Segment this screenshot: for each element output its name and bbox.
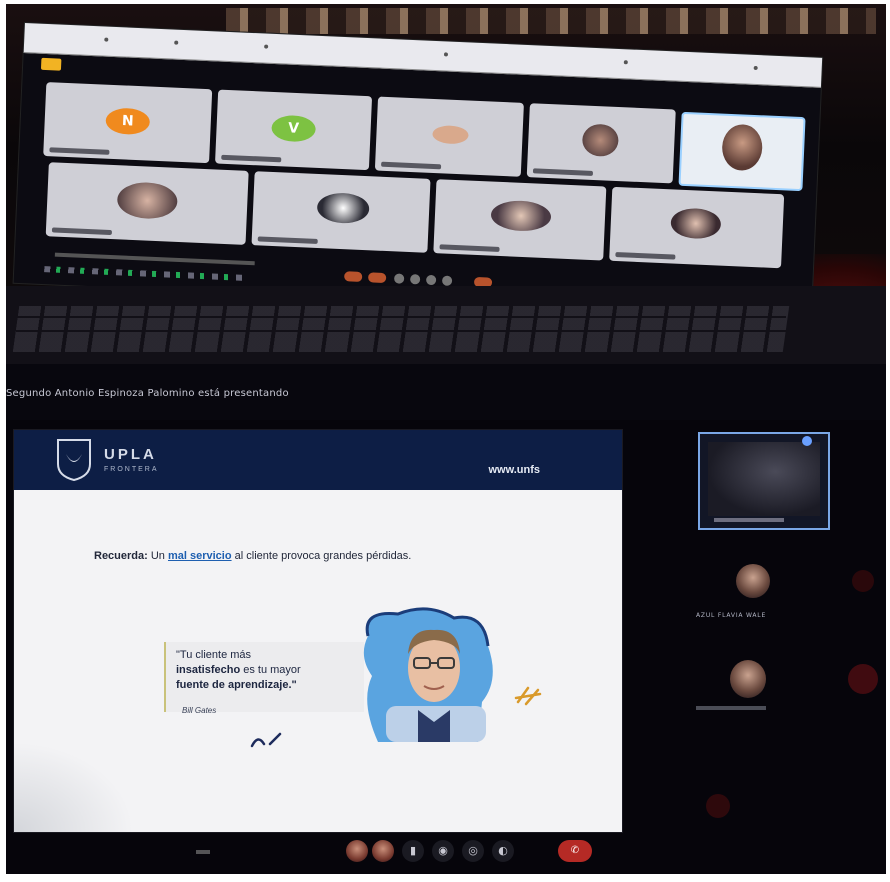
decorative-squiggle-icon <box>250 732 282 748</box>
participant-name-placeholder <box>696 706 766 710</box>
meeting-timer <box>196 850 210 854</box>
reminder-suffix: al cliente provoca grandes pérdidas. <box>234 550 412 562</box>
participant-avatar <box>490 199 552 233</box>
laptop-keyboard <box>6 286 886 364</box>
more-icon[interactable] <box>441 275 453 286</box>
titlebar-dot <box>174 40 179 45</box>
background-light <box>706 794 730 818</box>
participant-avatar <box>670 207 722 240</box>
self-avatar[interactable] <box>346 840 368 862</box>
participant-avatar[interactable] <box>736 564 770 598</box>
participant-tile[interactable] <box>374 96 524 177</box>
laptop-screen: N V <box>12 22 824 319</box>
slide-logo-text: UPLA <box>104 446 157 463</box>
participant-tile[interactable] <box>433 179 607 261</box>
participant-avatar <box>116 181 179 220</box>
active-speaker-tile[interactable] <box>678 111 806 192</box>
reminder-highlight: mal servicio <box>167 550 232 562</box>
keyboard-row-gap <box>16 330 786 332</box>
titlebar-dot <box>623 60 628 65</box>
titlebar-dot <box>104 37 109 42</box>
titlebar-dot <box>264 44 269 49</box>
participant-name <box>439 244 500 252</box>
participant-avatar <box>581 123 620 158</box>
participant-name <box>381 161 442 170</box>
photo-frame: N V Segundo Antonio Espinoza Palomino es… <box>6 4 886 874</box>
participant-tile[interactable] <box>45 162 249 245</box>
slide-header: UPLA FRONTERA www.unfs <box>14 430 622 490</box>
app-badge-icon[interactable] <box>40 57 62 71</box>
mic-icon[interactable] <box>343 271 363 282</box>
presenter-video <box>708 442 820 516</box>
slide-reminder: Recuerda: Un mal servicio al cliente pro… <box>94 550 411 562</box>
camera-icon[interactable] <box>367 272 387 284</box>
more-options-icon[interactable]: ◐ <box>492 840 514 862</box>
titlebar-dot <box>443 52 449 57</box>
background-shelf <box>226 8 876 34</box>
chat-icon[interactable] <box>409 274 421 285</box>
leave-call-button[interactable]: ✆ <box>558 840 592 862</box>
quote-author: Bill Gates <box>182 706 217 715</box>
photo-glare <box>14 742 134 832</box>
meeting-caption <box>54 252 255 266</box>
slide-url: www.unfs <box>488 464 540 476</box>
speaking-indicator-icon <box>802 436 812 446</box>
reminder-label: Recuerda: <box>94 550 148 562</box>
keyboard-keys <box>12 306 790 352</box>
participant-tile[interactable]: N <box>43 82 213 164</box>
presenting-banner-text: Segundo Antonio Espinoza Palomino está p… <box>6 388 289 399</box>
participant-initial-avatar: V <box>271 114 317 143</box>
participant-name <box>532 168 594 176</box>
presenter-name-tag <box>714 518 784 522</box>
share-icon[interactable] <box>393 273 405 284</box>
participant-avatar-small[interactable] <box>372 840 394 862</box>
quote-bold-word: insatisfecho <box>176 664 241 676</box>
participant-name: AZUL FLAVIA WALE <box>696 612 767 619</box>
participant-name <box>257 236 318 245</box>
participant-name <box>51 227 113 236</box>
people-icon[interactable] <box>425 274 437 286</box>
slide-logo-subtext: FRONTERA <box>104 466 159 473</box>
participant-avatar[interactable] <box>730 660 766 698</box>
presenter-video-tile[interactable] <box>698 432 830 530</box>
quote-line-1: "Tu cliente más <box>176 649 252 661</box>
keyboard-row-gap <box>16 316 786 318</box>
background-light <box>852 570 874 592</box>
titlebar-dot <box>753 65 758 71</box>
participant-grid: N V <box>43 82 806 269</box>
participant-tile[interactable] <box>526 103 676 184</box>
participant-name <box>221 154 282 163</box>
university-logo-icon <box>57 439 91 482</box>
background-light <box>848 664 878 694</box>
quote-line-2-rest: es tu mayor <box>240 664 301 676</box>
participant-video <box>721 123 764 172</box>
slide-quote: "Tu cliente más insatisfecho es tu mayor… <box>176 648 376 693</box>
participant-initial-avatar: N <box>105 107 151 136</box>
participant-avatar <box>432 124 469 145</box>
reactions-icon[interactable]: ◉ <box>432 840 454 862</box>
decorative-accent-icon <box>514 686 542 706</box>
present-icon[interactable]: ◎ <box>462 840 484 862</box>
shared-slide: UPLA FRONTERA www.unfs Recuerda: Un mal … <box>14 430 622 832</box>
participant-tile[interactable] <box>609 186 785 269</box>
participant-tile[interactable]: V <box>215 89 373 171</box>
speaker-portrait-image <box>363 607 493 742</box>
participant-tile[interactable] <box>251 171 431 253</box>
meeting-toolbar: ▮ ◉ ◎ ◐ ✆ <box>336 836 626 870</box>
participant-name <box>615 252 676 260</box>
reminder-prefix: Un <box>150 550 165 562</box>
monitor-screen: Segundo Antonio Espinoza Palomino está p… <box>6 364 886 874</box>
quote-line-2: insatisfecho es tu mayor <box>176 663 376 678</box>
quote-line-3: fuente de aprendizaje." <box>176 679 297 691</box>
presenting-banner: Segundo Antonio Espinoza Palomino está p… <box>6 364 886 420</box>
taskbar-strip <box>44 266 245 281</box>
participant-name <box>49 147 110 155</box>
participants-icon[interactable]: ▮ <box>402 840 424 862</box>
participant-avatar <box>316 191 370 225</box>
